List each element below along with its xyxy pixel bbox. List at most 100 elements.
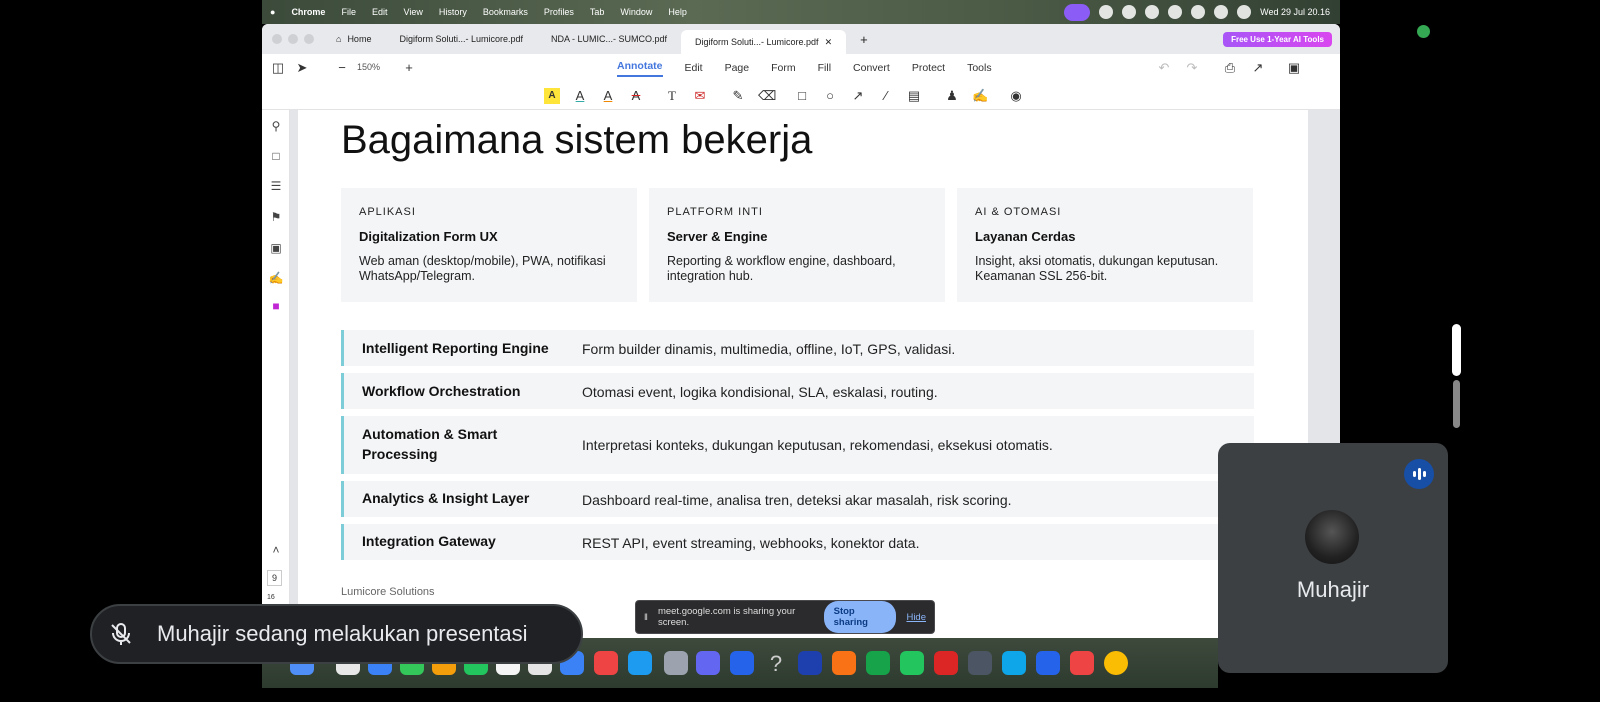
tab-convert[interactable]: Convert (853, 62, 890, 74)
rectangle-icon[interactable]: □ (794, 88, 810, 104)
tab-label: Digiform Soluti...- Lumicore.pdf (399, 34, 523, 44)
share-icon[interactable]: ↗ (1250, 60, 1266, 76)
document-canvas[interactable]: Bagaimana sistem bekerja APLIKASI Digita… (290, 110, 1340, 638)
maps-icon[interactable] (798, 651, 822, 675)
app-store-icon[interactable] (628, 651, 652, 675)
signature-icon[interactable]: ✍ (972, 88, 988, 104)
status-icon[interactable] (1122, 5, 1137, 19)
wifi-icon[interactable] (1214, 5, 1229, 19)
drag-handle-icon[interactable]: ‖ (644, 612, 648, 623)
dock-app-icon[interactable] (1070, 651, 1094, 675)
arrow-icon[interactable]: ↗ (850, 88, 866, 104)
bluetooth-icon[interactable] (1191, 5, 1206, 19)
cloud-icon[interactable] (1168, 5, 1183, 19)
line-icon[interactable]: ∕ (878, 88, 894, 104)
menu-history[interactable]: History (431, 7, 475, 17)
tab-form[interactable]: Form (771, 62, 796, 74)
menu-window[interactable]: Window (612, 7, 660, 17)
zoom-in-icon[interactable]: + (401, 60, 417, 76)
minimize-window-button[interactable] (288, 34, 298, 44)
redo-icon[interactable]: ↷ (1184, 60, 1200, 76)
menu-file[interactable]: File (333, 7, 364, 17)
measure-icon[interactable]: ▤ (906, 88, 922, 104)
print-icon[interactable]: ⎙ (1222, 60, 1238, 76)
dock-app-icon[interactable] (968, 651, 992, 675)
signature-panel-icon[interactable]: ✍ (268, 270, 284, 286)
dock-app-icon[interactable] (696, 651, 720, 675)
tab-fill[interactable]: Fill (818, 62, 831, 74)
bookmark-icon[interactable]: ⚑ (268, 209, 284, 225)
text-box-icon[interactable]: ▣ (268, 240, 284, 256)
page-footer: Lumicore Solutions (341, 586, 435, 598)
tab-document[interactable]: Digiform Soluti...- Lumicore.pdf (385, 24, 537, 54)
feature-description: REST API, event streaming, webhooks, kon… (582, 535, 920, 551)
participant-tile[interactable]: Muhajir (1218, 443, 1448, 673)
sidebar-toggle-icon[interactable]: ◫ (270, 60, 286, 76)
zoom-window-button[interactable] (304, 34, 314, 44)
hide-button[interactable]: Hide (906, 612, 926, 623)
screen-share-status-icon[interactable] (1064, 3, 1091, 21)
tab-document[interactable]: NDA - LUMIC...- SUMCO.pdf (537, 24, 681, 54)
text-tool-icon[interactable]: T (664, 88, 680, 104)
undo-icon[interactable]: ↶ (1156, 60, 1172, 76)
settings-icon[interactable] (664, 651, 688, 675)
scroll-indicator[interactable] (1452, 324, 1461, 376)
select-tool-icon[interactable]: ➤ (294, 60, 310, 76)
outlook-icon[interactable] (1036, 651, 1060, 675)
status-icon[interactable] (1145, 5, 1160, 19)
strikethrough-icon[interactable]: A (628, 88, 644, 104)
vscode-icon[interactable] (730, 651, 754, 675)
stop-sharing-button[interactable]: Stop sharing (823, 601, 897, 633)
tab-protect[interactable]: Protect (912, 62, 945, 74)
battery-icon[interactable] (1237, 5, 1252, 19)
tab-page[interactable]: Page (725, 62, 750, 74)
new-tab-button[interactable]: + (846, 24, 882, 54)
current-page[interactable]: 9 (267, 570, 283, 586)
comment-icon[interactable]: ✉ (692, 88, 708, 104)
page-icon[interactable]: □ (268, 148, 284, 164)
highlight-icon[interactable]: A (544, 88, 560, 104)
search-icon[interactable]: ⚲ (268, 118, 284, 134)
eraser-icon[interactable]: ⌫ (758, 88, 776, 104)
stamp-icon[interactable]: ♟ (944, 88, 960, 104)
music-icon[interactable] (594, 651, 618, 675)
tab-edit[interactable]: Edit (685, 62, 703, 74)
menubar-clock[interactable]: Wed 29 Jul 20.16 (1260, 7, 1330, 17)
outline-icon[interactable]: ☰ (268, 178, 284, 194)
menu-profiles[interactable]: Profiles (536, 7, 582, 17)
tab-tools[interactable]: Tools (967, 62, 992, 74)
zoom-level[interactable]: 150% (357, 62, 380, 72)
menu-bookmarks[interactable]: Bookmarks (475, 7, 536, 17)
chrome-icon[interactable] (1104, 651, 1128, 675)
zoom-out-icon[interactable]: − (334, 60, 350, 76)
close-tab-icon[interactable]: ✕ (825, 37, 833, 48)
chevron-up-icon[interactable]: ˄ (268, 542, 284, 558)
panel-icon[interactable]: ▣ (1286, 60, 1302, 76)
excel-icon[interactable] (866, 651, 890, 675)
eye-icon[interactable]: ◉ (1008, 88, 1024, 104)
promo-button[interactable]: Free Use 1-Year AI Tools (1223, 31, 1332, 47)
close-window-button[interactable] (272, 34, 282, 44)
add-status-icon[interactable] (1099, 5, 1114, 19)
docker-icon[interactable] (1002, 651, 1026, 675)
apple-icon[interactable]: ● (262, 7, 283, 17)
pen-icon[interactable]: ✎ (730, 88, 746, 104)
dock-app-icon[interactable] (832, 651, 856, 675)
menu-help[interactable]: Help (660, 7, 695, 17)
menu-app[interactable]: Chrome (283, 7, 333, 17)
circle-icon[interactable]: ○ (822, 88, 838, 104)
pdf-icon[interactable] (934, 651, 958, 675)
menu-tab[interactable]: Tab (582, 7, 613, 17)
mic-off-icon[interactable] (99, 612, 143, 656)
menu-view[interactable]: View (395, 7, 430, 17)
menu-edit[interactable]: Edit (364, 7, 396, 17)
squiggly-text-icon[interactable]: A (600, 88, 616, 104)
underline-text-icon[interactable]: A (572, 88, 588, 104)
tab-annotate[interactable]: Annotate (617, 60, 663, 77)
tab-home[interactable]: ⌂ Home (322, 24, 385, 54)
tab-document-active[interactable]: Digiform Soluti...- Lumicore.pdf ✕ (681, 30, 847, 54)
help-icon[interactable]: ? (764, 651, 788, 676)
whatsapp-icon[interactable] (900, 651, 924, 675)
ai-assistant-icon[interactable]: ■ (268, 298, 284, 314)
scroll-indicator[interactable] (1453, 380, 1460, 428)
